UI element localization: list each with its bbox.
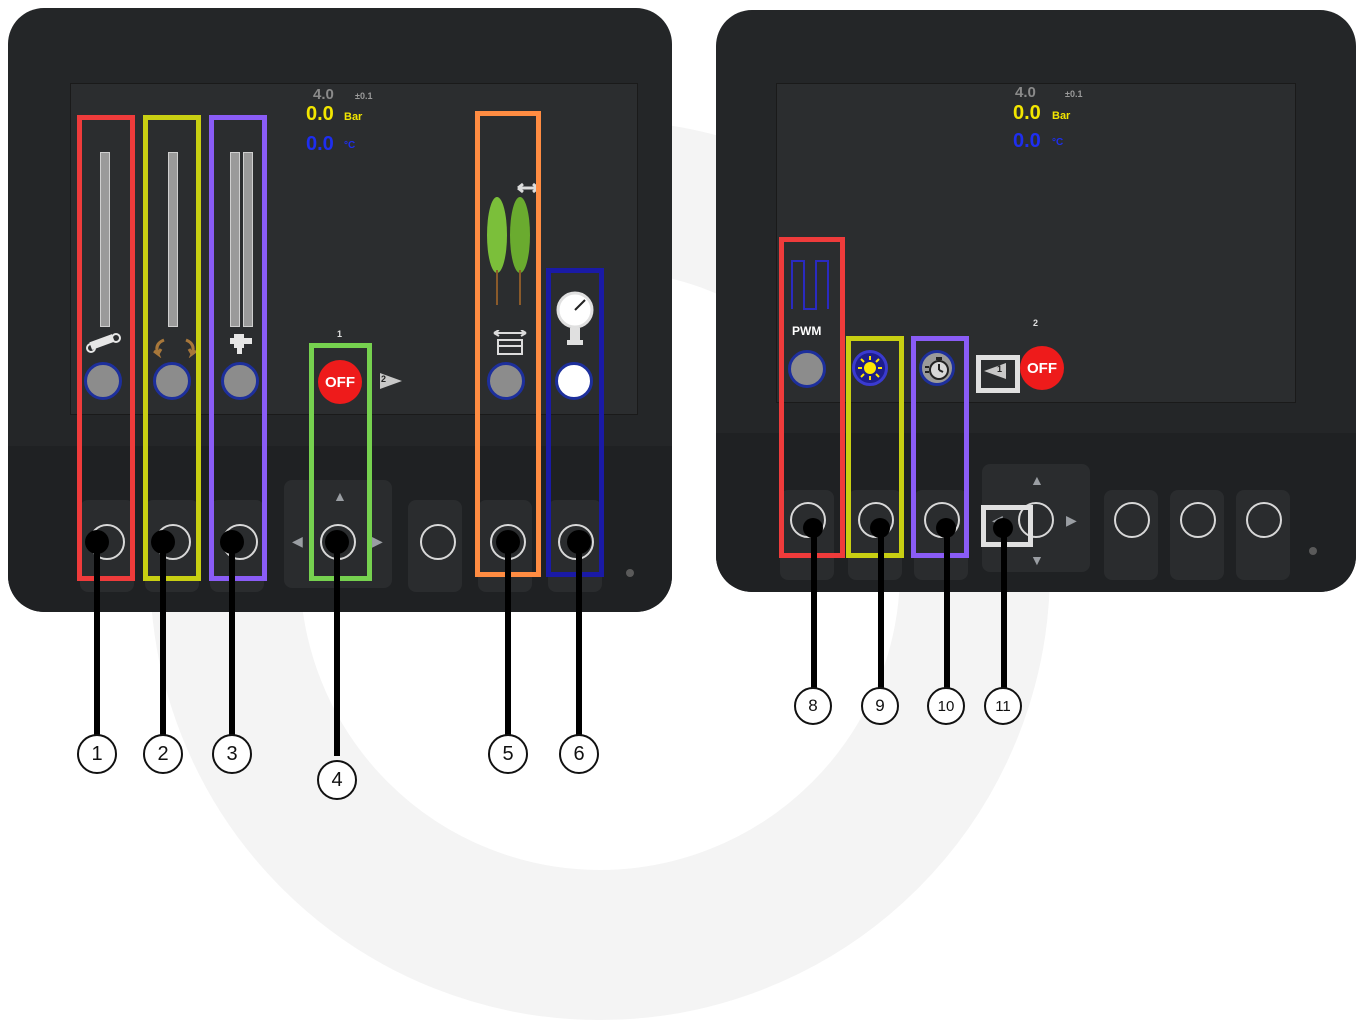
leader-line-8 — [811, 530, 817, 688]
leader-dot — [936, 518, 956, 538]
nav-up-arrow-icon[interactable]: ▲ — [1030, 472, 1044, 488]
callout-box-3 — [209, 115, 267, 581]
callout-number-11: 11 — [984, 687, 1022, 725]
callout-box-11-screen — [976, 355, 1020, 393]
leader-line-11 — [1001, 530, 1007, 688]
leader-dot — [220, 530, 244, 554]
callout-number-8: 8 — [794, 687, 832, 725]
temperature-unit: °C — [344, 140, 356, 151]
setpoint-readout: 4.0 — [1015, 84, 1036, 101]
key-ring[interactable] — [420, 524, 456, 560]
leader-dot — [993, 518, 1013, 538]
leader-line-3 — [229, 542, 235, 736]
callout-box-1 — [77, 115, 135, 581]
callout-box-5 — [475, 111, 541, 577]
callout-number-2: 2 — [143, 734, 183, 774]
leader-dot — [496, 530, 520, 554]
page-number: 1 — [337, 329, 343, 339]
callout-number-10: 10 — [927, 687, 965, 725]
leader-dot — [325, 530, 349, 554]
pressure-unit: Bar — [1052, 110, 1071, 122]
callout-number-5: 5 — [488, 734, 528, 774]
pressure-value: 0.0 — [306, 103, 334, 125]
leader-line-2 — [160, 542, 166, 736]
callout-number-3: 3 — [212, 734, 252, 774]
tolerance-readout: ±0.1 — [1065, 89, 1083, 99]
callout-number-1: 1 — [77, 734, 117, 774]
tolerance-readout: ±0.1 — [355, 91, 373, 101]
page-number: 2 — [1033, 318, 1039, 328]
next-page-badge: 2 — [381, 374, 387, 384]
leader-dot — [870, 518, 890, 538]
key-ring[interactable] — [1246, 502, 1282, 538]
leader-line-9 — [878, 530, 884, 688]
callout-box-2 — [143, 115, 201, 581]
callout-number-6: 6 — [559, 734, 599, 774]
leader-line-1 — [94, 542, 100, 736]
leader-line-6 — [576, 542, 582, 736]
callout-number-4: 4 — [317, 760, 357, 800]
off-button[interactable]: OFF — [1020, 346, 1064, 390]
status-led — [626, 569, 634, 577]
temperature-value: 0.0 — [306, 133, 334, 155]
leader-dot — [803, 518, 823, 538]
status-led — [1309, 547, 1317, 555]
callout-box-8 — [779, 237, 845, 558]
temperature-value: 0.0 — [1013, 130, 1041, 152]
leader-dot — [85, 530, 109, 554]
pressure-unit: Bar — [344, 111, 363, 123]
nav-right-arrow-icon[interactable]: ▶ — [1066, 512, 1077, 529]
nav-right-arrow-icon[interactable]: ▶ — [372, 533, 383, 550]
setpoint-readout: 4.0 — [313, 86, 334, 103]
key-ring[interactable] — [1114, 502, 1150, 538]
temperature-unit: °C — [1052, 137, 1064, 148]
leader-line-4 — [334, 542, 340, 756]
nav-left-arrow-icon[interactable]: ◀ — [292, 533, 303, 550]
key-ring[interactable] — [1180, 502, 1216, 538]
nav-down-arrow-icon[interactable]: ▼ — [1030, 552, 1044, 568]
callout-number-9: 9 — [861, 687, 899, 725]
leader-line-10 — [944, 530, 950, 688]
leader-line-5 — [505, 542, 511, 736]
leader-dot — [151, 530, 175, 554]
leader-dot — [567, 530, 591, 554]
pressure-value: 0.0 — [1013, 102, 1041, 124]
